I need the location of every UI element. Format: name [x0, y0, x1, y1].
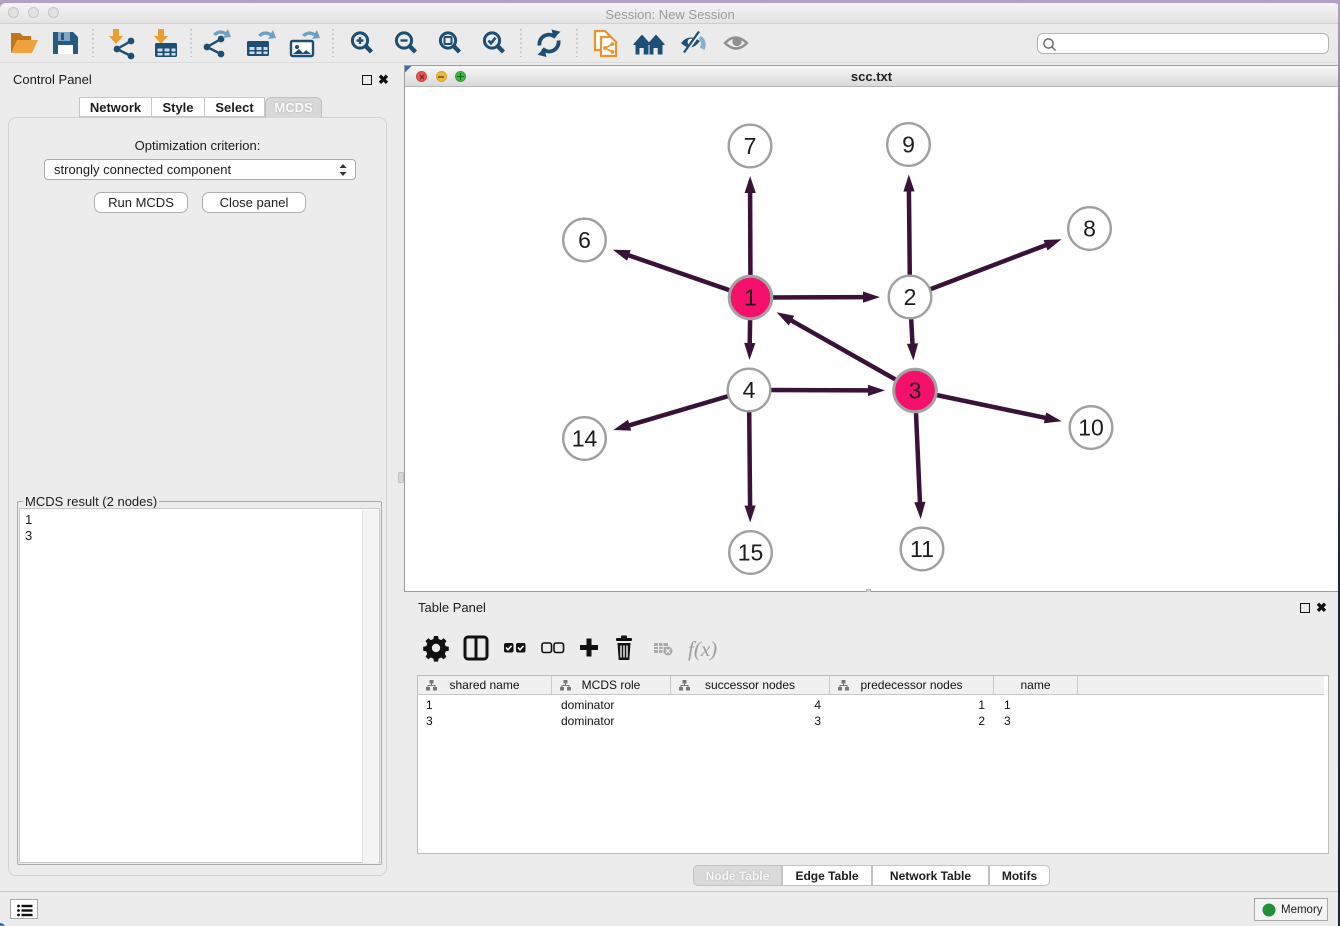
svg-text:7: 7 [744, 133, 757, 159]
svg-text:9: 9 [902, 132, 915, 158]
svg-text:2: 2 [904, 284, 917, 310]
svg-text:14: 14 [572, 426, 598, 452]
svg-text:15: 15 [738, 540, 764, 566]
svg-text:1: 1 [744, 285, 757, 311]
svg-text:8: 8 [1083, 216, 1096, 242]
svg-text:3: 3 [909, 378, 922, 404]
svg-text:10: 10 [1078, 415, 1104, 441]
svg-text:4: 4 [743, 377, 756, 403]
svg-text:11: 11 [910, 536, 934, 562]
svg-text:f(x): f(x) [688, 637, 717, 661]
svg-text:6: 6 [578, 227, 591, 253]
